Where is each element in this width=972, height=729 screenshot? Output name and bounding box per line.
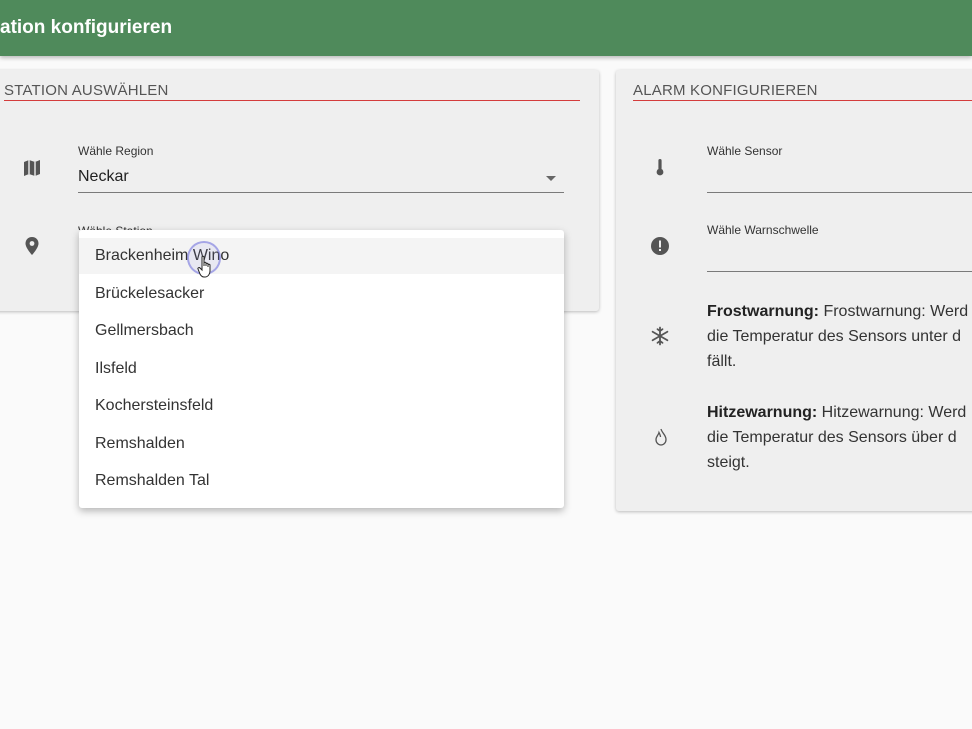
- flame-icon: [651, 427, 671, 447]
- station-option[interactable]: Remshalden Tal: [79, 463, 564, 499]
- hand-cursor-icon: [197, 255, 215, 279]
- heat-warning-line3: steigt.: [707, 454, 750, 471]
- alert-circle-icon: [650, 236, 670, 256]
- heat-warning-line2: die Temperatur des Sensors über d: [707, 429, 957, 446]
- frost-warning-title: Frostwarnung:: [707, 303, 819, 320]
- station-option[interactable]: Brackenheim Wino: [79, 238, 564, 274]
- frost-warning-line2: die Temperatur des Sensors unter d: [707, 328, 962, 345]
- sensor-label: Wähle Sensor: [707, 144, 783, 158]
- thermometer-icon: [650, 157, 670, 177]
- heat-warning-title: Hitzewarnung:: [707, 404, 818, 421]
- heat-warning-line1: Hitzewarnung: Werd: [821, 404, 967, 421]
- frost-warning-line3: fällt.: [707, 353, 737, 370]
- region-label: Wähle Region: [78, 144, 154, 158]
- station-card-title-underline: [4, 100, 580, 101]
- threshold-select-underline[interactable]: [707, 271, 972, 272]
- page-title: ation konfigurieren: [0, 17, 173, 38]
- frost-warning-line1: Frostwarnung: Werd: [823, 303, 969, 320]
- threshold-label: Wähle Warnschwelle: [707, 223, 819, 237]
- alarm-card-title: ALARM KONFIGURIEREN: [633, 82, 818, 99]
- location-pin-icon: [22, 236, 42, 256]
- frost-warning-text: Frostwarnung: Frostwarnung: Werd die Tem…: [707, 299, 972, 374]
- chevron-down-icon[interactable]: [546, 176, 556, 181]
- snowflake-icon: [650, 326, 670, 346]
- station-option[interactable]: Kochersteinsfeld: [79, 388, 564, 424]
- alarm-card-title-underline: [633, 100, 972, 101]
- region-select-underline: [78, 192, 564, 193]
- station-option[interactable]: Ilsfeld: [79, 351, 564, 387]
- station-option[interactable]: Brückelesacker: [79, 276, 564, 312]
- heat-warning-text: Hitzewarnung: Hitzewarnung: Werd die Tem…: [707, 400, 972, 475]
- alarm-config-card: ALARM KONFIGURIEREN Wähle Sensor Wähle W…: [616, 70, 972, 511]
- app-header: ation konfigurieren: [0, 0, 972, 56]
- station-option[interactable]: Gellmersbach: [79, 313, 564, 349]
- map-icon: [22, 158, 42, 178]
- region-select-value[interactable]: Neckar: [78, 168, 129, 186]
- station-card-title: STATION AUSWÄHLEN: [4, 82, 169, 99]
- station-dropdown-menu: Brackenheim Wino Brückelesacker Gellmers…: [79, 230, 564, 508]
- station-option[interactable]: Remshalden: [79, 426, 564, 462]
- sensor-select-underline[interactable]: [707, 192, 972, 193]
